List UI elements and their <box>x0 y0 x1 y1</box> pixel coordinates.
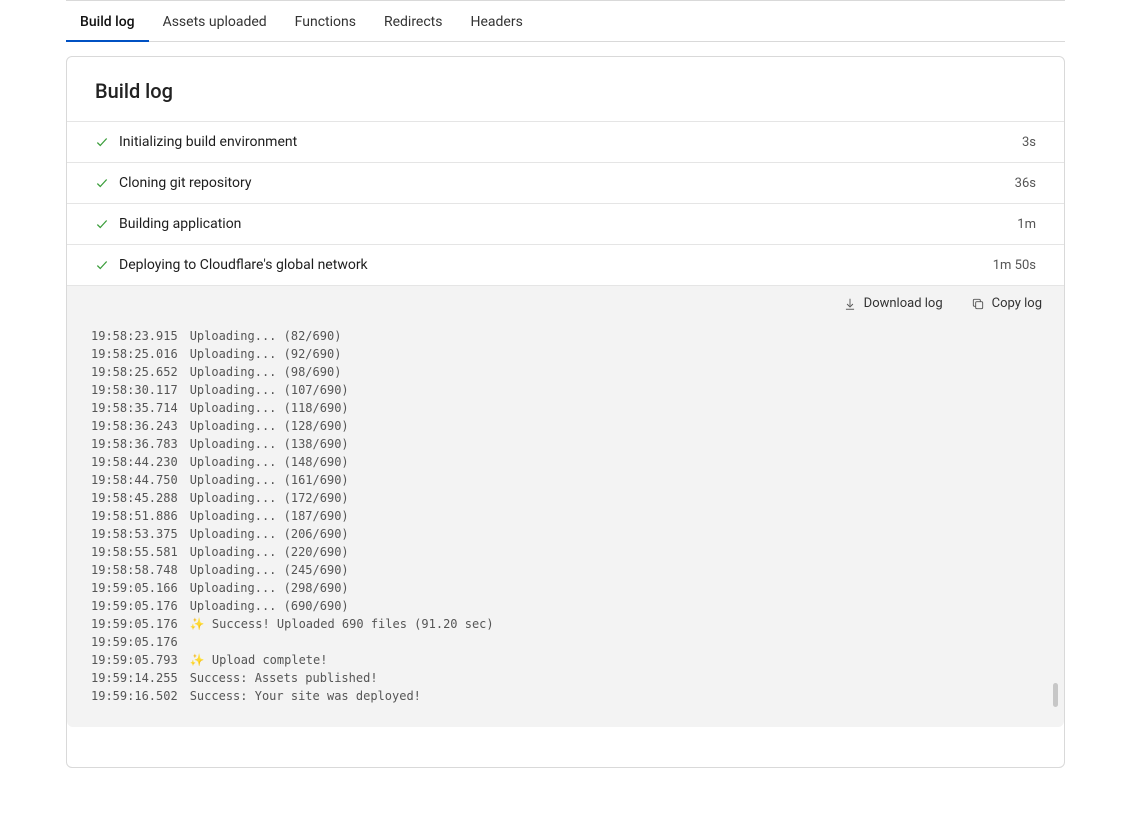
tab-redirects[interactable]: Redirects <box>370 2 457 42</box>
log-timestamp: 19:58:35.714 <box>91 399 178 417</box>
log-line: 19:58:36.783Uploading... (138/690) <box>91 435 1040 453</box>
check-icon <box>95 135 109 149</box>
log-timestamp: 19:58:44.750 <box>91 471 178 489</box>
log-timestamp: 19:58:36.243 <box>91 417 178 435</box>
log-message: Uploading... (148/690) <box>178 453 349 471</box>
log-line: 19:58:55.581Uploading... (220/690) <box>91 543 1040 561</box>
card-footer-spacer <box>67 727 1064 767</box>
log-line: 19:58:58.748Uploading... (245/690) <box>91 561 1040 579</box>
download-icon <box>843 297 857 311</box>
log-timestamp: 19:59:05.793 <box>91 651 178 669</box>
log-timestamp: 19:59:16.502 <box>91 687 178 705</box>
download-log-label: Download log <box>864 296 943 311</box>
log-timestamp: 19:59:14.255 <box>91 669 178 687</box>
stage-label: Initializing build environment <box>119 134 297 150</box>
log-line: 19:59:05.793✨ Upload complete! <box>91 651 1040 669</box>
copy-log-label: Copy log <box>992 296 1042 311</box>
check-icon <box>95 258 109 272</box>
log-timestamp: 19:58:23.915 <box>91 327 178 345</box>
log-timestamp: 19:59:05.166 <box>91 579 178 597</box>
log-message: ✨ Upload complete! <box>178 651 328 669</box>
log-timestamp: 19:58:55.581 <box>91 543 178 561</box>
check-icon <box>95 217 109 231</box>
log-line: 19:58:35.714Uploading... (118/690) <box>91 399 1040 417</box>
log-message: Uploading... (298/690) <box>178 579 349 597</box>
log-line: 19:59:05.176Uploading... (690/690) <box>91 597 1040 615</box>
build-log-card: Build log Initializing build environment… <box>66 56 1065 768</box>
log-message: Uploading... (107/690) <box>178 381 349 399</box>
stage-row[interactable]: Building application 1m <box>67 203 1064 244</box>
log-line: 19:58:25.652Uploading... (98/690) <box>91 363 1040 381</box>
log-message: Uploading... (172/690) <box>178 489 349 507</box>
log-line: 19:58:44.230Uploading... (148/690) <box>91 453 1040 471</box>
log-message: Uploading... (128/690) <box>178 417 349 435</box>
stage-row[interactable]: Cloning git repository 36s <box>67 162 1064 203</box>
log-line: 19:59:05.176✨ Success! Uploaded 690 file… <box>91 615 1040 633</box>
stage-label: Cloning git repository <box>119 175 251 191</box>
log-line: 19:58:53.375Uploading... (206/690) <box>91 525 1040 543</box>
log-line: 19:58:51.886Uploading... (187/690) <box>91 507 1040 525</box>
log-line: 19:58:23.915Uploading... (82/690) <box>91 327 1040 345</box>
check-icon <box>95 176 109 190</box>
stage-duration: 1m 50s <box>993 258 1036 273</box>
log-message: ✨ Success! Uploaded 690 files (91.20 sec… <box>178 615 494 633</box>
stage-row[interactable]: Initializing build environment 3s <box>67 121 1064 162</box>
log-message: Uploading... (138/690) <box>178 435 349 453</box>
log-output[interactable]: 19:58:23.915Uploading... (82/690)19:58:2… <box>67 321 1064 727</box>
log-timestamp: 19:58:53.375 <box>91 525 178 543</box>
log-message: Success: Assets published! <box>178 669 378 687</box>
log-line: 19:58:45.288Uploading... (172/690) <box>91 489 1040 507</box>
log-timestamp: 19:58:25.016 <box>91 345 178 363</box>
stage-duration: 1m <box>1017 217 1036 232</box>
tab-build-log[interactable]: Build log <box>66 2 149 42</box>
log-message: Uploading... (187/690) <box>178 507 349 525</box>
log-message: Uploading... (82/690) <box>178 327 342 345</box>
stage-label: Building application <box>119 216 241 232</box>
card-title: Build log <box>67 57 1064 121</box>
log-line: 19:59:05.176 <box>91 633 1040 651</box>
log-message: Uploading... (690/690) <box>178 597 349 615</box>
log-message: Uploading... (92/690) <box>178 345 342 363</box>
scrollbar-thumb[interactable] <box>1053 683 1058 707</box>
log-timestamp: 19:58:36.783 <box>91 435 178 453</box>
tab-functions[interactable]: Functions <box>281 2 370 42</box>
log-line: 19:58:36.243Uploading... (128/690) <box>91 417 1040 435</box>
log-line: 19:58:25.016Uploading... (92/690) <box>91 345 1040 363</box>
log-line: 19:59:16.502Success: Your site was deplo… <box>91 687 1040 705</box>
tabs: Build logAssets uploadedFunctionsRedirec… <box>66 0 1065 42</box>
log-message: Uploading... (220/690) <box>178 543 349 561</box>
log-timestamp: 19:58:51.886 <box>91 507 178 525</box>
log-line: 19:58:44.750Uploading... (161/690) <box>91 471 1040 489</box>
log-line: 19:58:30.117Uploading... (107/690) <box>91 381 1040 399</box>
log-timestamp: 19:59:05.176 <box>91 633 178 651</box>
stage-duration: 3s <box>1022 135 1036 150</box>
log-timestamp: 19:58:58.748 <box>91 561 178 579</box>
log-timestamp: 19:58:25.652 <box>91 363 178 381</box>
log-actions-bar: Download log Copy log <box>67 285 1064 321</box>
log-message: Uploading... (118/690) <box>178 399 349 417</box>
log-timestamp: 19:58:30.117 <box>91 381 178 399</box>
copy-log-button[interactable]: Copy log <box>971 296 1042 311</box>
log-message: Uploading... (245/690) <box>178 561 349 579</box>
log-message: Uploading... (206/690) <box>178 525 349 543</box>
stage-row[interactable]: Deploying to Cloudflare's global network… <box>67 244 1064 285</box>
log-message: Success: Your site was deployed! <box>178 687 421 705</box>
log-line: 19:59:05.166Uploading... (298/690) <box>91 579 1040 597</box>
log-timestamp: 19:58:45.288 <box>91 489 178 507</box>
log-message: Uploading... (98/690) <box>178 363 342 381</box>
tab-headers[interactable]: Headers <box>457 2 537 42</box>
log-line: 19:59:14.255Success: Assets published! <box>91 669 1040 687</box>
download-log-button[interactable]: Download log <box>843 296 943 311</box>
sparkle-icon: ✨ <box>190 615 212 633</box>
log-timestamp: 19:59:05.176 <box>91 615 178 633</box>
stage-duration: 36s <box>1015 176 1036 191</box>
stage-label: Deploying to Cloudflare's global network <box>119 257 368 273</box>
sparkle-icon: ✨ <box>190 651 212 669</box>
log-timestamp: 19:59:05.176 <box>91 597 178 615</box>
log-timestamp: 19:58:44.230 <box>91 453 178 471</box>
tab-assets-uploaded[interactable]: Assets uploaded <box>149 2 281 42</box>
copy-icon <box>971 297 985 311</box>
log-message: Uploading... (161/690) <box>178 471 349 489</box>
